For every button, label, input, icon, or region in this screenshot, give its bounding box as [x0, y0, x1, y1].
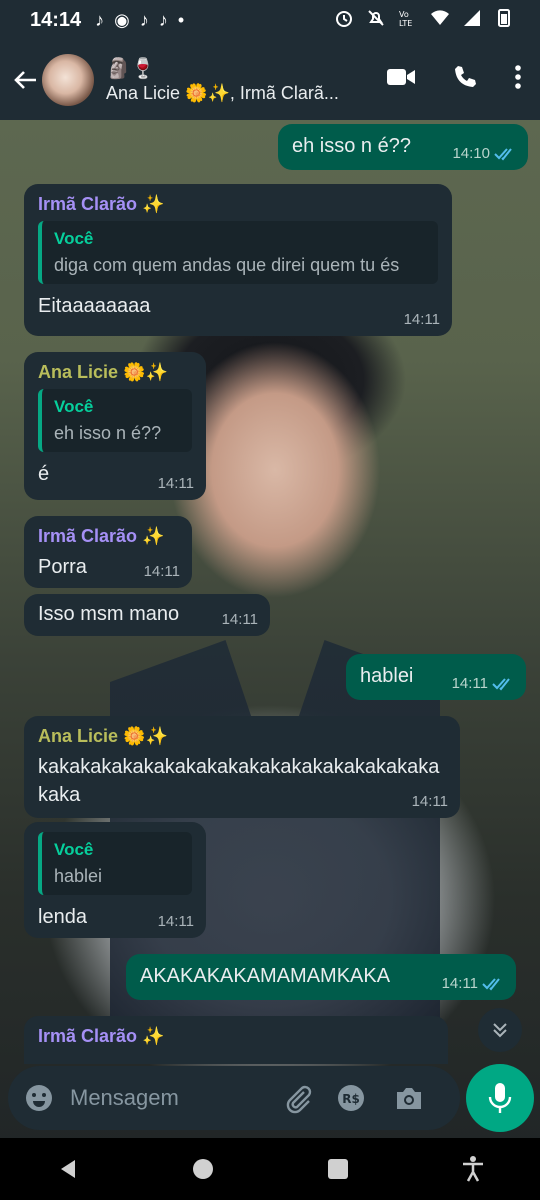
tiktok-notification-icon: ♪: [95, 9, 105, 30]
message-time: 14:11: [157, 913, 194, 930]
message-composer: Mensagem R$: [8, 1066, 460, 1130]
quote-author: Você: [54, 840, 94, 859]
payment-icon[interactable]: R$: [336, 1083, 366, 1113]
message-sender: Irmã Clarão ✨: [38, 526, 165, 546]
message-bubble-incoming[interactable]: Ana Licie 🌼✨ Você eh isso n é?? é 14:11: [24, 352, 206, 500]
system-navigation-bar: [0, 1138, 540, 1200]
quote-text: hablei: [54, 866, 103, 886]
app-notification-icon: ◉: [114, 9, 130, 30]
square-recents-icon: [327, 1159, 348, 1179]
message-time: 14:10: [452, 145, 490, 162]
signal-icon: [464, 10, 480, 26]
more-notifications-icon: •: [177, 9, 185, 30]
triangle-back-icon: [60, 1160, 75, 1178]
quote-author: Você: [54, 229, 94, 248]
double-chevron-down-icon: [493, 1023, 507, 1038]
accessibility-button[interactable]: [453, 1149, 493, 1189]
quoted-message[interactable]: Você hablei: [38, 832, 192, 895]
status-time: 14:14: [30, 8, 82, 31]
quote-text: eh isso n é??: [54, 423, 162, 443]
message-bubble-incoming[interactable]: Irmã Clarão ✨: [24, 1016, 448, 1064]
status-bar: 14:14 ♪ ◉ ♪ ♪ • Vo LTE: [0, 0, 540, 40]
message-time: 14:11: [221, 611, 258, 628]
message-bubble-outgoing[interactable]: AKAKAKAKAMAMAMKAKA 14:11: [126, 954, 516, 1000]
message-time: 14:11: [441, 975, 478, 992]
message-sender: Ana Licie 🌼✨: [38, 726, 168, 746]
message-input[interactable]: Mensagem: [70, 1085, 270, 1111]
group-avatar[interactable]: [42, 54, 94, 106]
scroll-to-bottom-button[interactable]: [478, 1008, 522, 1052]
svg-text:R$: R$: [342, 1092, 360, 1106]
quote-author: Você: [54, 397, 94, 416]
nav-back-button[interactable]: [48, 1149, 88, 1189]
message-sender: Irmã Clarão ✨: [38, 1026, 165, 1046]
camera-icon[interactable]: [394, 1084, 424, 1112]
message-text: Eitaaaaaaaa: [38, 295, 151, 317]
battery-icon: [498, 9, 510, 27]
message-bubble-outgoing[interactable]: eh isso n é?? 14:10: [278, 124, 528, 170]
alarm-icon: [336, 11, 352, 27]
quote-text: diga com quem andas que direi quem tu és: [54, 255, 400, 275]
circle-home-icon: [192, 1159, 213, 1179]
nav-recents-button[interactable]: [318, 1149, 358, 1189]
message-time: 14:11: [411, 793, 448, 810]
nav-home-button[interactable]: [183, 1149, 223, 1189]
back-arrow-icon[interactable]: [12, 67, 38, 93]
message-time: 14:11: [157, 475, 194, 492]
quoted-message[interactable]: Você diga com quem andas que direi quem …: [38, 221, 438, 284]
read-receipt-icon: [492, 677, 510, 690]
message-bubble-incoming[interactable]: Ana Licie 🌼✨ kakakakakakakakakakakakakak…: [24, 716, 460, 818]
group-name: 🗿🍷: [106, 57, 156, 80]
mute-icon: [368, 10, 384, 26]
tiktok-notification-icon: ♪: [139, 9, 149, 30]
accessibility-icon: [462, 1156, 483, 1182]
message-text: kakakakakakakakakakakakakakakakakakakaka…: [38, 756, 440, 806]
wifi-icon: [431, 10, 449, 25]
message-bubble-incoming[interactable]: Isso msm mano 14:11: [24, 594, 270, 636]
attach-icon[interactable]: [282, 1082, 314, 1114]
volte-icon: VoLTE: [399, 10, 412, 28]
message-bubble-incoming[interactable]: Você hablei lenda 14:11: [24, 822, 206, 938]
read-receipt-icon: [482, 977, 500, 990]
group-info[interactable]: 🗿🍷 Ana Licie 🌼✨, Irmã Clarã...: [106, 57, 356, 104]
message-bubble-outgoing[interactable]: hablei 14:11: [346, 654, 526, 700]
group-members: Ana Licie 🌼✨, Irmã Clarã...: [106, 82, 339, 103]
emoji-icon[interactable]: [24, 1083, 54, 1113]
tiktok-notification-icon: ♪: [158, 9, 168, 30]
quoted-message[interactable]: Você eh isso n é??: [38, 389, 192, 452]
microphone-icon: [488, 1083, 512, 1113]
svg-text:LTE: LTE: [399, 19, 412, 28]
chat-header: 🗿🍷 Ana Licie 🌼✨, Irmã Clarã...: [0, 40, 540, 120]
message-time: 14:11: [403, 311, 440, 328]
voice-call-icon[interactable]: [452, 64, 478, 90]
svg-text:Vo: Vo: [399, 10, 409, 19]
message-time: 14:11: [451, 675, 488, 692]
message-bubble-incoming[interactable]: Irmã Clarão ✨ Você diga com quem andas q…: [24, 184, 452, 336]
message-time: 14:11: [143, 563, 180, 580]
message-bubble-incoming[interactable]: Irmã Clarão ✨ Porra 14:11: [24, 516, 192, 588]
voice-message-button[interactable]: [466, 1064, 534, 1132]
more-options-icon[interactable]: [514, 64, 522, 90]
read-receipt-icon: [494, 147, 512, 160]
message-sender: Ana Licie 🌼✨: [38, 362, 168, 382]
message-sender: Irmã Clarão ✨: [38, 194, 165, 214]
video-call-icon[interactable]: [386, 66, 416, 88]
